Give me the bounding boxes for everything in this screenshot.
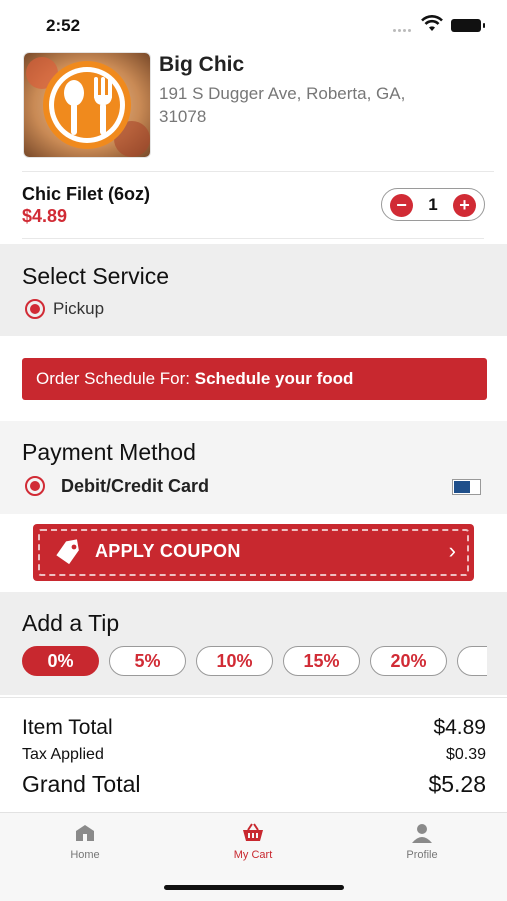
increase-quantity-button[interactable]: + — [453, 194, 476, 217]
tip-option-0[interactable]: 0% — [22, 646, 99, 676]
apply-coupon-button[interactable]: APPLY COUPON › — [33, 524, 474, 581]
restaurant-name: Big Chic — [159, 53, 245, 76]
signal-dots-icon — [393, 19, 415, 32]
grand-total-value: $5.28 — [428, 771, 486, 797]
divider — [22, 238, 484, 239]
tax-label: Tax Applied — [22, 746, 104, 763]
schedule-value: Schedule your food — [194, 369, 354, 388]
tip-title: Add a Tip — [22, 610, 120, 636]
tip-option-partial[interactable]: 2 — [457, 646, 487, 676]
tip-option-10[interactable]: 10% — [196, 646, 273, 676]
chevron-right-icon: › — [448, 538, 456, 563]
profile-icon — [362, 823, 482, 843]
card-brand-icon — [452, 479, 481, 495]
restaurant-logo — [23, 52, 151, 158]
pickup-option-label[interactable]: Pickup — [53, 299, 104, 319]
tab-profile[interactable]: Profile — [362, 823, 482, 861]
service-section — [0, 244, 507, 336]
tab-my-cart[interactable]: My Cart — [193, 823, 313, 861]
tip-option-5[interactable]: 5% — [109, 646, 186, 676]
order-schedule-button[interactable]: Order Schedule For: Schedule your food — [22, 358, 487, 400]
cart-basket-icon — [193, 823, 313, 843]
tab-profile-label: Profile — [406, 849, 438, 861]
wifi-icon — [421, 15, 443, 37]
payment-title: Payment Method — [22, 439, 196, 465]
tab-cart-label: My Cart — [233, 849, 273, 861]
restaurant-address: 191 S Dugger Ave, Roberta, GA, 31078 — [159, 84, 406, 126]
cart-item-name: Chic Filet (6oz) — [22, 184, 151, 204]
tip-option-20[interactable]: 20% — [370, 646, 447, 676]
tab-home[interactable]: Home — [25, 823, 145, 861]
tip-option-15[interactable]: 15% — [283, 646, 360, 676]
coupon-label: APPLY COUPON — [95, 541, 241, 561]
tax-value: $0.39 — [445, 746, 486, 763]
divider — [0, 697, 507, 698]
card-radio-icon[interactable] — [25, 476, 45, 496]
payment-section — [0, 421, 507, 514]
tip-section — [0, 592, 507, 695]
quantity-stepper: − 1 + — [381, 188, 485, 221]
status-time: 2:52 — [46, 16, 81, 35]
schedule-prefix: Order Schedule For: — [36, 369, 195, 388]
service-title: Select Service — [22, 263, 170, 289]
pickup-radio-icon[interactable] — [25, 299, 45, 319]
battery-icon — [451, 19, 485, 32]
payment-option-label[interactable]: Debit/Credit Card — [61, 476, 209, 497]
coupon-tag-icon — [55, 539, 83, 570]
item-total-value: $4.89 — [433, 716, 486, 739]
grand-total-label: Grand Total — [22, 771, 141, 797]
home-indicator[interactable] — [164, 885, 344, 890]
divider — [22, 171, 494, 172]
tip-options: 0% 5% 10% 15% 20% 2 — [22, 646, 487, 678]
cart-item-price: $4.89 — [22, 206, 68, 226]
item-total-label: Item Total — [22, 716, 113, 739]
home-icon — [25, 823, 145, 843]
tab-home-label: Home — [70, 849, 100, 861]
